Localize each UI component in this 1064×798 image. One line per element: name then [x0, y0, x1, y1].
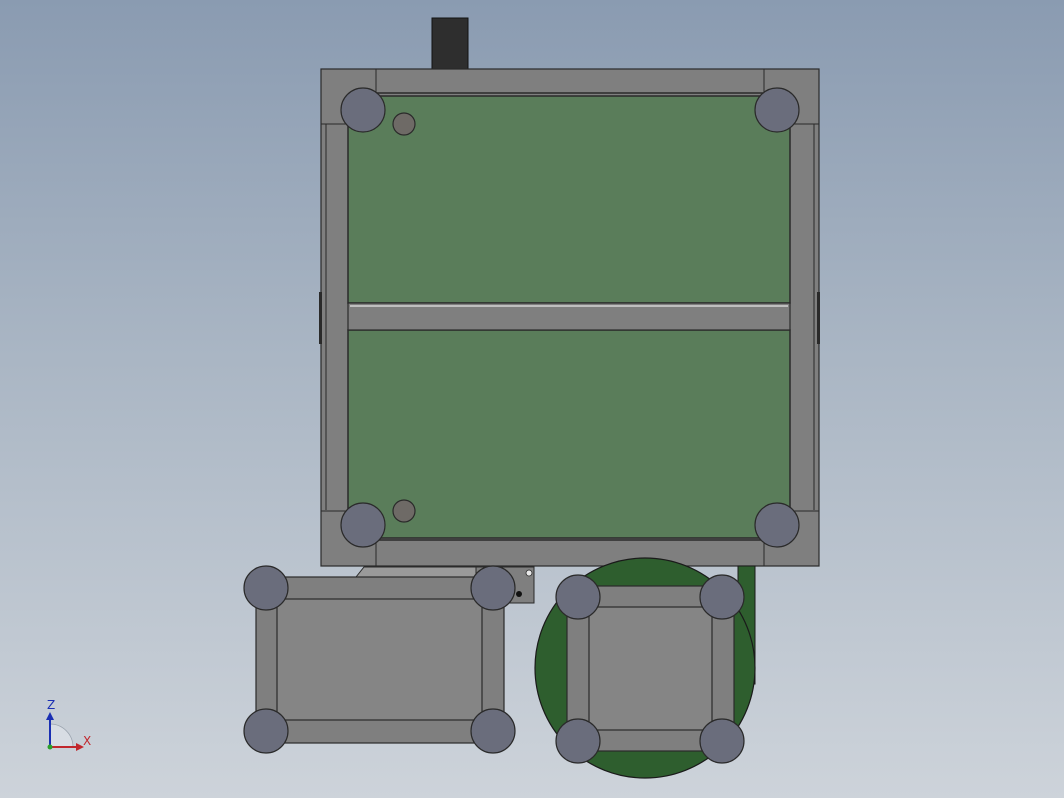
- main-foot-top-left[interactable]: [340, 87, 386, 133]
- main-foot-top-right[interactable]: [754, 87, 800, 133]
- axis-z-arrow: [46, 712, 54, 720]
- triad-quarter-disc: [49, 723, 74, 748]
- left-subframe[interactable]: [255, 576, 505, 744]
- panel-hole-bottom: [392, 499, 416, 523]
- right-foot-bottom-right[interactable]: [699, 718, 745, 764]
- left-foot-bottom-left[interactable]: [243, 708, 289, 754]
- panel-hole-top: [392, 112, 416, 136]
- left-foot-top-left[interactable]: [243, 565, 289, 611]
- left-foot-bottom-right[interactable]: [470, 708, 516, 754]
- main-foot-bottom-right[interactable]: [754, 502, 800, 548]
- main-foot-bottom-left[interactable]: [340, 502, 386, 548]
- motor-block[interactable]: [431, 17, 469, 71]
- left-foot-top-right[interactable]: [470, 565, 516, 611]
- axis-y-origin: [47, 744, 53, 750]
- axis-x-label: X: [83, 734, 92, 748]
- right-foot-top-left[interactable]: [555, 574, 601, 620]
- frame-side-mark-right: [817, 292, 820, 344]
- right-foot-bottom-left[interactable]: [555, 718, 601, 764]
- cad-viewport[interactable]: Z X: [0, 0, 1064, 798]
- cad-model-view[interactable]: [0, 0, 1064, 798]
- right-foot-top-right[interactable]: [699, 574, 745, 620]
- coordinate-triad[interactable]: [46, 712, 84, 751]
- axis-z-label: Z: [47, 698, 56, 712]
- middle-crossbar[interactable]: [347, 302, 791, 331]
- frame-side-mark-left: [319, 292, 322, 344]
